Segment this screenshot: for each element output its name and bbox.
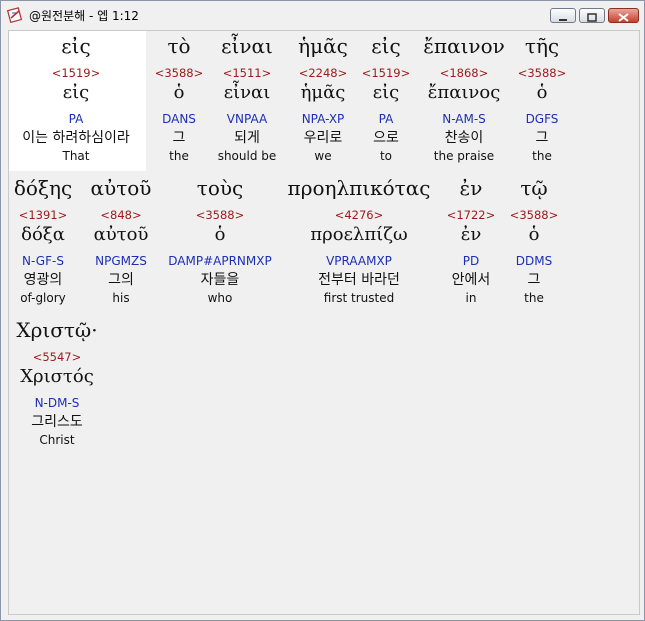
english-gloss: Christ [39,433,75,447]
close-icon [618,13,629,22]
window-title: @원전분해 - 엡 1:12 [29,9,139,23]
greek-word: Χριστῷ· [16,318,98,342]
bible-app-icon [7,7,23,23]
lemma-word: ὁ [214,224,226,245]
parsing-code: N-DM-S [34,396,80,410]
strongs-number: <5547> [32,350,82,364]
english-gloss: the [532,149,552,163]
lemma-word: ὁ [528,224,540,245]
parsing-code: DAMP#APRNMXP [168,254,272,268]
korean-gloss: 자들을 [200,272,240,288]
greek-word: τῷ [520,176,548,200]
maximize-icon [587,13,597,22]
parsing-code: DGFS [525,112,559,126]
lemma-word: Χριστός [20,366,94,387]
korean-gloss: 그 [527,272,541,288]
maximize-button[interactable] [579,8,605,23]
strongs-number: <3588> [517,66,567,80]
greek-word: τοὺς [196,176,244,200]
close-button[interactable] [608,8,639,23]
strongs-number: <3588> [195,208,245,222]
korean-gloss: 그 [535,130,549,146]
english-gloss: the [524,291,544,305]
greek-word: τῆς [524,34,560,58]
parsing-code: DDMS [515,254,553,268]
minimize-button[interactable] [550,8,576,23]
english-gloss: who [207,291,233,305]
korean-gloss: 그리스도 [31,414,83,430]
lemma-word: ὁ [536,82,548,103]
minimize-icon [559,19,567,21]
title-bar[interactable]: @원전분해 - 엡 1:12 [1,1,644,29]
app-window: @원전분해 - 엡 1:12 εἰς <1519> εἰς PA 이는 하려하심이라 Th… [0,0,645,621]
strongs-number: <3588> [509,208,559,222]
